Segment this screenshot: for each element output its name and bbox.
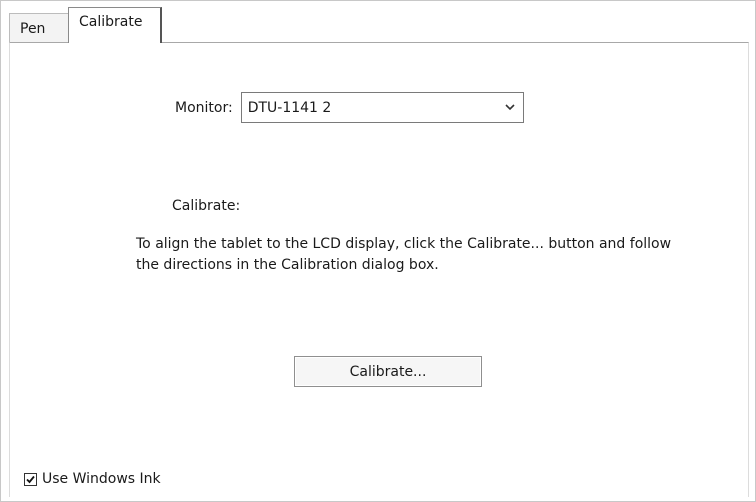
use-windows-ink-row[interactable]: Use Windows Ink	[24, 471, 161, 487]
calibrate-button[interactable]: Calibrate...	[294, 356, 482, 387]
calibrate-panel: Monitor: DTU-1141 2 Calibrate: To align …	[9, 42, 749, 497]
monitor-select-value: DTU-1141 2	[247, 99, 332, 116]
tablet-properties-window: Pen Calibrate Monitor: DTU-1141 2 Calibr…	[0, 0, 756, 502]
tab-pen[interactable]: Pen	[9, 13, 69, 43]
use-windows-ink-checkbox[interactable]	[24, 472, 37, 486]
tab-calibrate[interactable]: Calibrate	[68, 7, 162, 43]
monitor-row: Monitor: DTU-1141 2	[175, 92, 524, 123]
chevron-down-icon[interactable]	[505, 104, 515, 111]
monitor-select[interactable]: DTU-1141 2	[240, 92, 524, 123]
tab-strip: Pen Calibrate	[9, 7, 162, 43]
calibrate-instructions: To align the tablet to the LCD display, …	[136, 236, 672, 273]
use-windows-ink-label: Use Windows Ink	[42, 471, 161, 487]
monitor-label: Monitor:	[175, 99, 233, 116]
calibrate-section-label: Calibrate:	[172, 198, 241, 214]
checkmark-icon	[26, 475, 35, 483]
